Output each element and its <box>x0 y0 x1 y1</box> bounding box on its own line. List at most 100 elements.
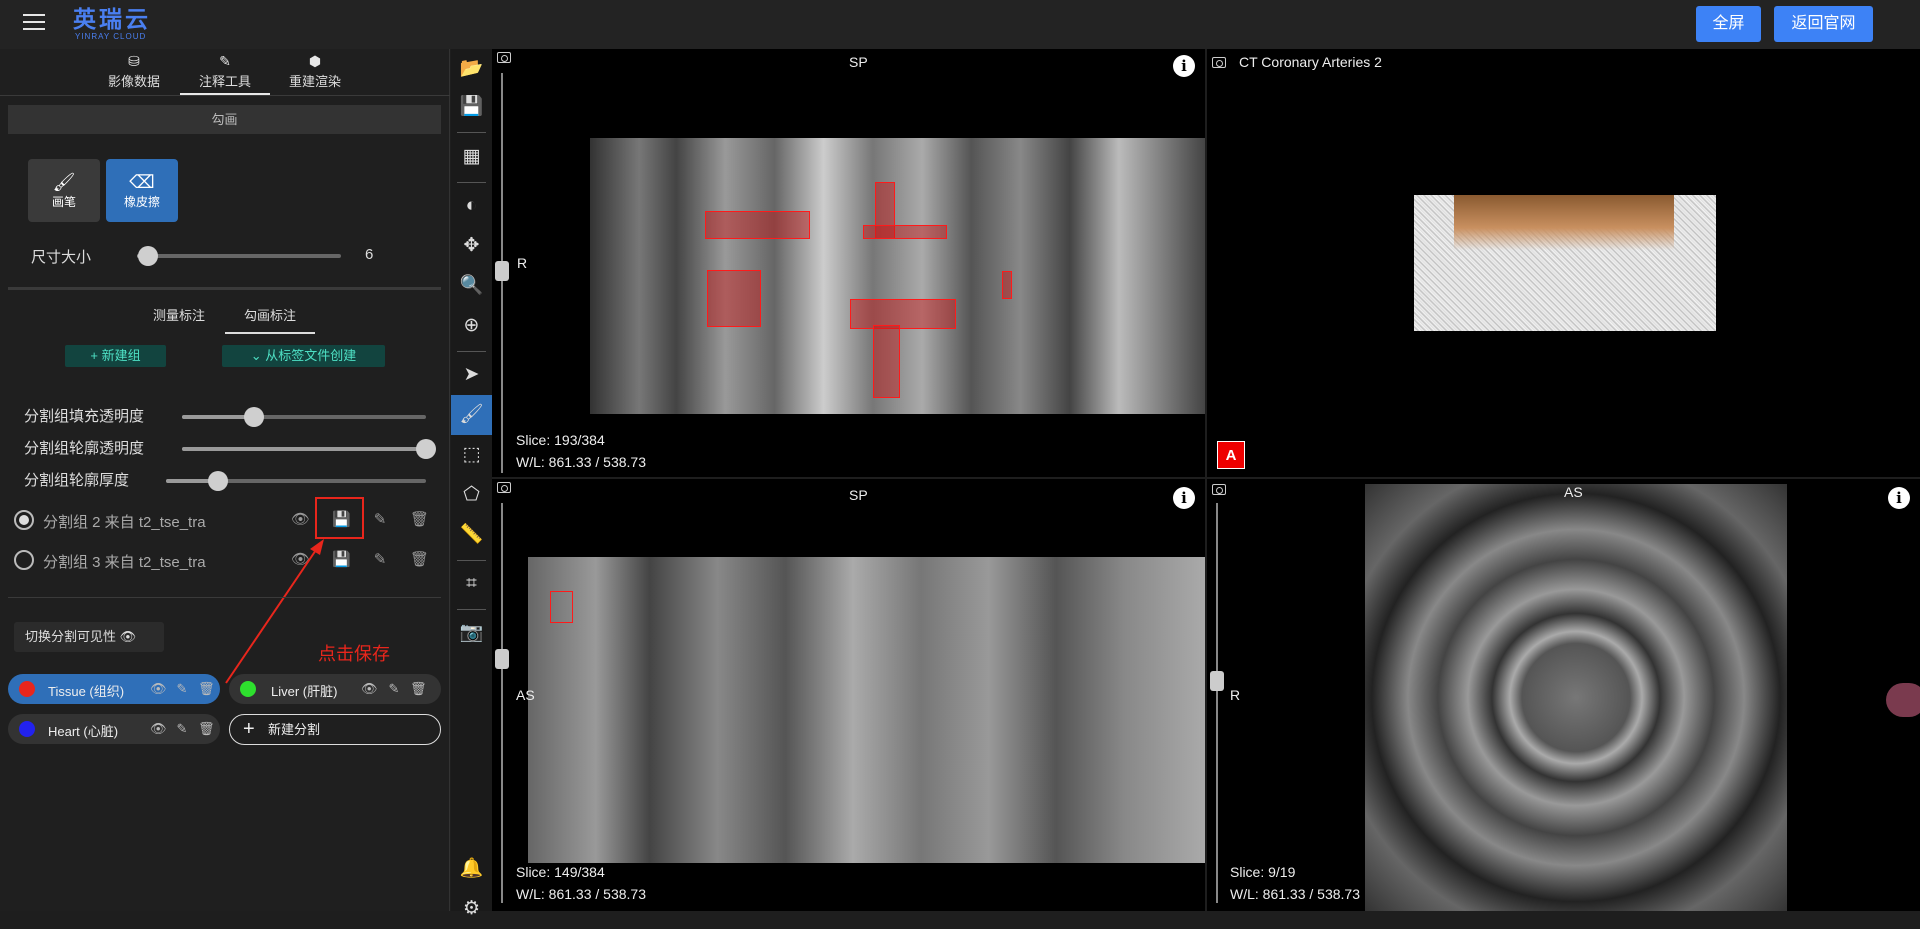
outline-thickness-slider[interactable] <box>166 471 426 491</box>
segmentation-region <box>873 325 900 398</box>
delete-icon[interactable]: 🗑 <box>198 721 215 737</box>
segment-chip-tissue[interactable]: Tissue (组织) 👁 ✎ 🗑 <box>8 674 220 704</box>
create-from-label-file-button[interactable]: ⌄ 从标签文件创建 <box>222 345 385 367</box>
camera-icon[interactable] <box>497 52 511 63</box>
window-level-info: W/L: 861.33 / 538.73 <box>1230 886 1360 902</box>
segmentation-region <box>705 211 810 239</box>
layout-icon[interactable]: ▦ <box>451 137 492 177</box>
eraser-icon: ⌫ <box>129 172 155 192</box>
ruler-icon[interactable]: 📏 <box>451 515 492 555</box>
polygon-icon[interactable]: ⬠ <box>451 475 492 515</box>
outline-opacity-slider[interactable] <box>182 439 436 459</box>
eraser-tool-button[interactable]: ⌫ 橡皮擦 <box>106 159 178 222</box>
left-panel: ⛁ 影像数据 ✎ 注释工具 ⬢ 重建渲染 勾画 🖌 画笔 ⌫ 橡皮擦 尺寸大小 … <box>0 49 450 911</box>
back-to-site-button[interactable]: 返回官网 <box>1774 6 1873 42</box>
brush-tool-button[interactable]: 🖌 画笔 <box>28 159 100 222</box>
brush-size-slider[interactable] <box>137 246 341 266</box>
main-tabs: ⛁ 影像数据 ✎ 注释工具 ⬢ 重建渲染 <box>0 49 450 96</box>
pointer-icon[interactable]: ➤ <box>451 355 492 395</box>
logo: 英瑞云 YINRAY CLOUD <box>73 6 151 42</box>
divider <box>457 132 486 133</box>
toggle-segmentation-visibility-button[interactable]: 切换分割可见性 👁 <box>14 622 164 652</box>
divider <box>457 351 486 352</box>
delete-icon[interactable]: 🗑 <box>198 681 215 697</box>
segment-name: Heart (心脏) <box>48 724 119 739</box>
segment-color-dot <box>240 681 256 697</box>
fill-opacity-slider[interactable] <box>182 407 426 427</box>
pan-icon[interactable]: ✥ <box>451 226 492 266</box>
camera-icon[interactable] <box>497 482 511 493</box>
brush-icon[interactable]: 🖌 <box>451 395 492 435</box>
segment-chip-liver[interactable]: Liver (肝脏) 👁 ✎ 🗑 <box>229 674 441 704</box>
camera-refresh-icon[interactable]: 📷 <box>451 613 492 653</box>
viewport-bottom-left[interactable]: SP AS i Slice: 149/384 W/L: 861.33 / 538… <box>492 479 1205 911</box>
crop-icon[interactable]: ⌗ <box>451 564 492 604</box>
hamburger-menu-icon[interactable] <box>23 14 45 32</box>
viewport-top-left[interactable]: SP R i Slice: 193/384 W/L: 861.33 / 538.… <box>492 49 1205 477</box>
slice-slider-knob[interactable] <box>495 649 509 669</box>
orientation-top: AS <box>1564 484 1583 500</box>
brush-size-label: 尺寸大小 <box>31 249 92 266</box>
cube-icon: ⬢ <box>308 53 322 69</box>
slider-knob[interactable] <box>208 471 228 491</box>
bell-icon[interactable]: 🔔 <box>451 849 492 889</box>
delete-icon[interactable]: 🗑 <box>410 511 429 529</box>
divider <box>457 609 486 610</box>
slice-slider-knob[interactable] <box>495 261 509 281</box>
edit-icon[interactable]: ✎ <box>174 681 190 697</box>
floating-translate-button[interactable] <box>1886 683 1920 717</box>
group-radio[interactable] <box>14 550 34 570</box>
top-bar: 英瑞云 YINRAY CLOUD 全屏 返回官网 <box>0 0 1920 49</box>
new-group-button[interactable]: + 新建组 <box>65 345 166 367</box>
fullscreen-button[interactable]: 全屏 <box>1696 6 1761 42</box>
orientation-top: SP <box>849 487 868 503</box>
group-radio[interactable] <box>14 510 34 530</box>
folder-open-icon[interactable]: 📂 <box>451 49 492 89</box>
info-icon[interactable]: i <box>1173 55 1195 77</box>
eye-icon[interactable]: 👁 <box>361 681 378 697</box>
slider-knob[interactable] <box>244 407 264 427</box>
eye-icon[interactable]: 👁 <box>291 511 310 529</box>
slider-knob[interactable] <box>138 246 158 266</box>
crosshair-icon[interactable]: ⊕ <box>451 306 492 346</box>
3d-render-image <box>1414 195 1716 331</box>
zoom-icon[interactable]: 🔍 <box>451 266 492 306</box>
segmentation-region <box>1002 271 1012 299</box>
edit-icon[interactable]: ✎ <box>174 721 190 737</box>
delete-icon[interactable]: 🗑 <box>410 551 429 569</box>
edit-icon[interactable]: ✎ <box>371 511 389 529</box>
edit-icon[interactable]: ✎ <box>371 551 389 569</box>
viewport-top-right[interactable]: CT Coronary Arteries 2 A <box>1207 49 1920 477</box>
info-icon[interactable]: i <box>1888 487 1910 509</box>
segment-color-dot <box>19 681 35 697</box>
info-icon[interactable]: i <box>1173 487 1195 509</box>
orientation-top: SP <box>849 54 868 70</box>
tab-annotation-tools[interactable]: ✎ 注释工具 <box>180 51 270 95</box>
slice-slider-track[interactable] <box>1216 503 1218 903</box>
slider-knob[interactable] <box>416 439 436 459</box>
camera-icon[interactable] <box>1212 57 1226 68</box>
eye-icon[interactable]: 👁 <box>150 721 167 737</box>
brush-size-value: 6 <box>365 246 374 263</box>
camera-icon[interactable] <box>1212 484 1226 495</box>
delete-icon[interactable]: 🗑 <box>410 681 427 697</box>
contrast-icon[interactable]: ◐ <box>451 186 492 226</box>
tab-contour-annotation[interactable]: 勾画标注 <box>225 304 315 334</box>
bounding-box-icon[interactable]: ⬚ <box>451 435 492 475</box>
new-segment-button[interactable]: + 新建分割 <box>229 714 441 745</box>
save-highlight-box <box>315 497 364 539</box>
slice-slider-track[interactable] <box>501 503 503 903</box>
viewport-bottom-right[interactable]: AS R i Slice: 9/19 W/L: 861.33 / 538.73 <box>1207 479 1920 911</box>
eye-icon[interactable]: 👁 <box>150 681 167 697</box>
tab-measurement-annotation[interactable]: 测量标注 <box>139 304 219 334</box>
segment-chip-heart[interactable]: Heart (心脏) 👁 ✎ 🗑 <box>8 714 220 744</box>
divider <box>8 597 441 598</box>
segment-group-row[interactable]: 分割组 2 来自 t2_tse_tra 👁 💾 ✎ 🗑 <box>14 503 444 537</box>
slice-slider-knob[interactable] <box>1210 671 1224 691</box>
tab-label: 注释工具 <box>198 74 251 89</box>
save-icon[interactable]: 💾 <box>451 87 492 127</box>
tab-reconstruction[interactable]: ⬢ 重建渲染 <box>270 51 360 95</box>
tab-image-data[interactable]: ⛁ 影像数据 <box>89 51 179 95</box>
gear-icon[interactable]: ⚙ <box>451 889 492 929</box>
edit-icon[interactable]: ✎ <box>386 681 402 697</box>
